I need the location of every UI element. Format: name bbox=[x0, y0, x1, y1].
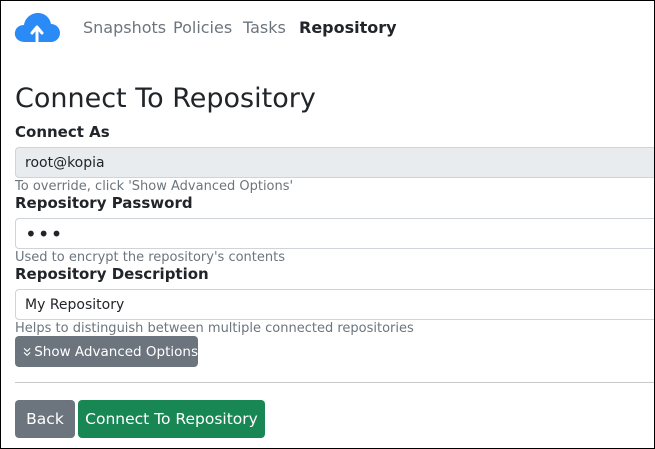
show-advanced-options-button[interactable]: Show Advanced Options bbox=[15, 336, 198, 367]
show-advanced-options-label: Show Advanced Options bbox=[34, 343, 198, 360]
app-frame: Snapshots Policies Tasks Repository Conn… bbox=[0, 0, 655, 449]
connect-as-label: Connect As bbox=[15, 123, 110, 141]
nav-policies[interactable]: Policies bbox=[173, 18, 232, 38]
password-label: Repository Password bbox=[15, 194, 193, 212]
nav-repository[interactable]: Repository bbox=[299, 18, 397, 38]
description-label: Repository Description bbox=[15, 265, 209, 283]
password-field[interactable] bbox=[15, 218, 654, 249]
connect-as-field[interactable] bbox=[15, 147, 654, 178]
form-divider bbox=[15, 382, 654, 383]
cloud-upload-icon[interactable] bbox=[13, 12, 61, 44]
nav-tasks[interactable]: Tasks bbox=[243, 18, 286, 38]
page-title: Connect To Repository bbox=[15, 83, 316, 114]
top-navbar: Snapshots Policies Tasks Repository bbox=[1, 1, 654, 57]
description-help: Helps to distinguish between multiple co… bbox=[15, 321, 414, 336]
description-field[interactable] bbox=[15, 289, 654, 320]
back-button[interactable]: Back bbox=[15, 400, 75, 438]
chevrons-down-icon bbox=[23, 347, 31, 356]
connect-to-repository-button[interactable]: Connect To Repository bbox=[78, 400, 265, 438]
nav-snapshots[interactable]: Snapshots bbox=[83, 18, 166, 38]
